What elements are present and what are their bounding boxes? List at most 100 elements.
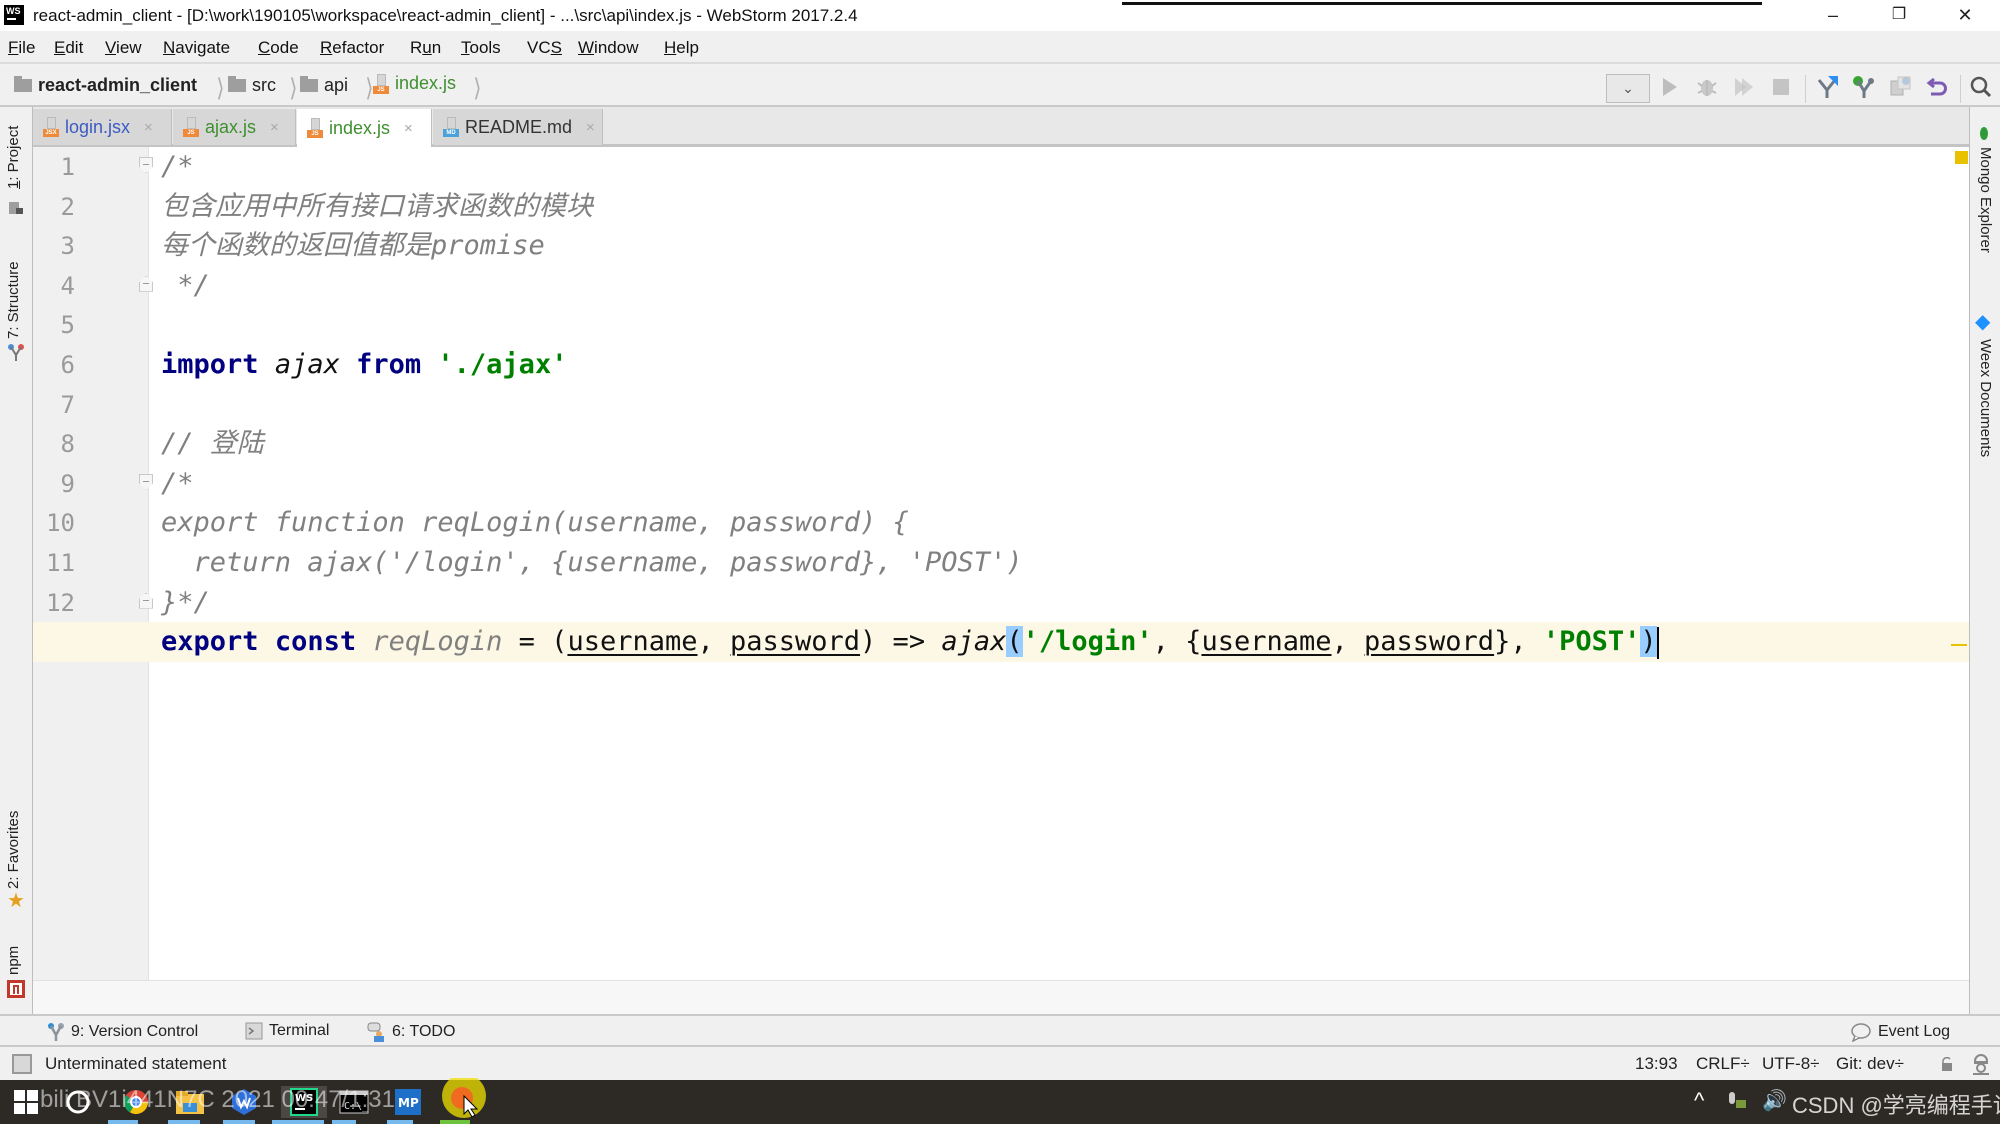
inspector-icon[interactable] — [1971, 1053, 1991, 1075]
error-stripe-marker[interactable] — [1951, 644, 1967, 646]
menu-window[interactable]: Window — [578, 38, 638, 58]
comment-token: // 登陆 — [161, 428, 264, 460]
comment-token: 每个函数的返回值都是promise — [161, 230, 545, 262]
editor-tab-index-js[interactable]: JS index.js × — [297, 109, 432, 147]
status-message: Unterminated statement — [45, 1054, 227, 1073]
code-editor[interactable]: 12345678910111213 /*包含应用中所有接口请求函数的模块每个函数… — [33, 147, 1969, 1014]
code-token: username — [1201, 626, 1332, 658]
editor-tab-readme-md[interactable]: MD README.md × — [433, 109, 603, 145]
js-file-icon: JS — [373, 73, 389, 94]
git-branch-selector[interactable]: Git: dev÷ — [1836, 1054, 1904, 1074]
mp-app-icon[interactable]: MP — [390, 1086, 426, 1118]
code-line[interactable]: import ajax from './ajax' — [161, 345, 567, 385]
volume-icon[interactable]: 🔊 — [1762, 1088, 1787, 1113]
menu-help[interactable]: Help — [664, 38, 699, 58]
line-separator-selector[interactable]: CRLF÷ — [1696, 1054, 1750, 1074]
close-tab-icon[interactable]: × — [270, 119, 279, 136]
network-tray-icon[interactable] — [1726, 1090, 1746, 1114]
breadcrumb-src[interactable]: src — [228, 75, 276, 96]
caret-position[interactable]: 13:93 — [1635, 1054, 1678, 1074]
code-line[interactable]: export const reqLogin = (username, passw… — [161, 622, 1659, 662]
project-icon — [8, 199, 24, 215]
menu-edit[interactable]: Edit — [54, 38, 83, 58]
lock-icon[interactable] — [1940, 1056, 1954, 1071]
editor-tab-ajax-js[interactable]: JS ajax.js × — [173, 109, 296, 145]
tool-tab-mongo-explorer[interactable]: Mongo Explorer — [1977, 147, 1994, 253]
code-line[interactable]: /* — [161, 147, 194, 187]
tool-tab-favorites[interactable]: 2: Favorites — [5, 811, 22, 889]
run-configuration-dropdown[interactable]: ⌄ — [1606, 74, 1650, 103]
vcs-revert-icon[interactable] — [1925, 74, 1951, 100]
close-tab-icon[interactable]: × — [586, 119, 595, 136]
code-line[interactable]: }*/ — [161, 583, 210, 623]
warning-stripe-marker[interactable] — [1955, 151, 1968, 164]
toggle-tool-windows-icon[interactable] — [12, 1054, 32, 1074]
menu-view[interactable]: View — [105, 38, 142, 58]
tool-tab-weex-documents[interactable]: Weex Documents — [1977, 339, 1994, 457]
string-token: '/login' — [1022, 626, 1153, 658]
comment-token: return ajax('/login', {username, passwor… — [161, 547, 1023, 578]
menu-file[interactable]: File — [8, 38, 35, 58]
code-line[interactable]: // 登陆 — [161, 424, 264, 464]
show-hidden-icons-chevron[interactable]: ^ — [1694, 1088, 1704, 1114]
windows-start-icon[interactable] — [8, 1086, 44, 1118]
menu-code[interactable]: Code — [258, 38, 299, 58]
minimize-button[interactable]: – — [1810, 2, 1856, 28]
keyword-token: from — [356, 349, 422, 380]
tool-window-todo[interactable]: 6: TODO — [366, 1022, 455, 1042]
editor-tab-bar: JSX login.jsx × JS ajax.js × JS index.js × MD READ… — [33, 107, 1969, 147]
jsx-file-icon: JSX — [43, 117, 59, 137]
taskbar-running-indicator — [387, 1120, 413, 1124]
taskbar-running-indicator — [108, 1120, 138, 1124]
line-number: 10 — [46, 509, 75, 538]
code-line[interactable]: /* — [161, 464, 194, 504]
vcs-commit-icon[interactable] — [1851, 74, 1877, 100]
vcs-update-icon[interactable] — [1814, 74, 1840, 100]
menu-run[interactable]: Run — [410, 38, 441, 58]
menu-refactor[interactable]: Refactor — [320, 38, 384, 58]
tool-window-terminal[interactable]: Terminal — [245, 1022, 329, 1040]
breadcrumb-api[interactable]: api — [300, 75, 348, 96]
code-line[interactable]: return ajax('/login', {username, passwor… — [161, 543, 1023, 583]
search-everywhere-icon[interactable] — [1968, 74, 1994, 100]
close-button[interactable]: ✕ — [1942, 2, 1988, 28]
keyword-token: import — [161, 349, 259, 380]
vcs-compare-icon[interactable] — [1888, 74, 1914, 100]
recorder-app-icon[interactable] — [440, 1078, 496, 1118]
code-line[interactable]: */ — [161, 266, 210, 306]
breadcrumb-project[interactable]: react-admin_client — [14, 75, 197, 96]
editor-gutter: 12345678910111213 — [33, 147, 149, 980]
mongo-leaf-icon — [1980, 127, 1988, 140]
tool-tab-structure[interactable]: 7: Structure — [5, 261, 22, 339]
tool-tab-npm[interactable]: npm — [5, 946, 22, 975]
debug-icon[interactable] — [1694, 74, 1720, 100]
line-number: 8 — [60, 430, 75, 459]
left-tool-strip: 1: Project 7: Structure 2: Favorites ★ n… — [0, 107, 33, 1014]
line-number: 6 — [60, 351, 75, 379]
structure-icon — [7, 343, 25, 363]
svg-text:MP: MP — [398, 1096, 419, 1110]
encoding-selector[interactable]: UTF-8÷ — [1762, 1054, 1820, 1074]
breadcrumb-file[interactable]: JS index.js — [373, 73, 456, 94]
menu-navigate[interactable]: Navigate — [163, 38, 230, 58]
code-line[interactable]: export function reqLogin(username, passw… — [161, 503, 909, 543]
menu-vcs[interactable]: VCS — [527, 38, 562, 58]
stop-icon[interactable] — [1768, 74, 1794, 100]
close-tab-icon[interactable]: × — [144, 119, 153, 136]
event-log-button[interactable]: Event Log — [1850, 1022, 1950, 1042]
restore-button[interactable]: ❐ — [1876, 2, 1922, 28]
code-line[interactable]: 包含应用中所有接口请求函数的模块 — [161, 187, 593, 227]
editor-tab-login-jsx[interactable]: JSX login.jsx × — [33, 109, 172, 145]
code-line[interactable]: 每个函数的返回值都是promise — [161, 226, 545, 266]
tool-tab-project[interactable]: 1: Project — [5, 126, 22, 189]
close-tab-icon[interactable]: × — [404, 120, 413, 137]
line-number: 9 — [60, 469, 75, 498]
title-bar: WS react-admin_client - [D:\work\190105\… — [0, 0, 2000, 31]
js-file-icon: JS — [183, 117, 199, 137]
tool-window-version-control[interactable]: 9: Version Control — [47, 1022, 198, 1042]
menu-tools[interactable]: Tools — [461, 38, 501, 58]
line-number: 4 — [60, 271, 75, 300]
run-with-coverage-icon[interactable] — [1731, 74, 1757, 100]
run-icon[interactable] — [1657, 74, 1683, 100]
